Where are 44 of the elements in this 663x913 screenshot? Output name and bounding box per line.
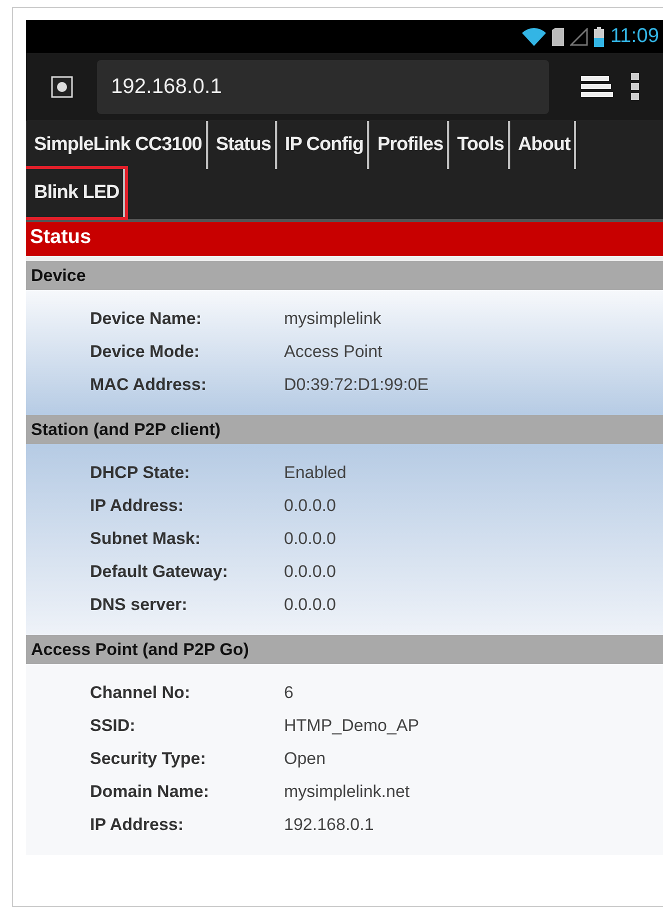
nav-link[interactable]: SimpleLink CC3100	[26, 121, 208, 169]
battery-icon	[594, 26, 604, 46]
field-value: 0.0.0.0	[284, 594, 336, 614]
field-value: mysimplelink	[284, 308, 382, 328]
field-value: Access Point	[284, 342, 382, 362]
field-value: 0.0.0.0	[284, 562, 336, 582]
field-label: Security Type:	[90, 748, 207, 768]
field-label: DHCP State:	[90, 462, 191, 482]
field-value: Enabled	[284, 462, 346, 482]
field-label: Channel No:	[90, 682, 192, 702]
field-value: 0.0.0.0	[284, 496, 336, 516]
nav-link[interactable]: Blink LED	[26, 169, 126, 217]
field-label: MAC Address:	[90, 374, 208, 394]
address-bar[interactable]: 192.168.0.1	[97, 60, 549, 114]
field-value: 0.0.0.0	[284, 528, 336, 548]
wifi-icon	[522, 28, 546, 46]
field-value: D0:39:72:D1:99:0E	[284, 374, 429, 394]
field-label: Default Gateway:	[90, 562, 229, 582]
field-value: mysimplelink.net	[284, 782, 410, 802]
overflow-menu-icon[interactable]	[631, 72, 639, 100]
sim-card-icon	[552, 28, 564, 46]
field-value: 192.168.0.1	[284, 814, 374, 834]
field-label: Domain Name:	[90, 782, 210, 802]
field-label: Subnet Mask:	[90, 528, 202, 548]
nav-link[interactable]: IP Config	[276, 121, 370, 169]
field-label: Device Name:	[90, 308, 203, 328]
field-label: SSID:	[90, 716, 136, 736]
page-title: Status	[26, 222, 663, 261]
clock-time: 11:09	[610, 25, 659, 48]
field-label: DNS server:	[90, 594, 188, 614]
field-label: IP Address:	[90, 814, 185, 834]
section-header: Device	[26, 261, 663, 290]
field-label: Device Mode:	[90, 342, 201, 362]
nav-link[interactable]: Profiles	[369, 121, 450, 169]
signal-icon	[570, 28, 588, 46]
field-value: 6	[284, 682, 294, 702]
nav-link[interactable]: Status	[208, 121, 277, 169]
field-value: Open	[284, 748, 326, 768]
nav-link[interactable]: Tools	[449, 121, 510, 169]
nav-link[interactable]: About	[510, 121, 576, 169]
section-header: Access Point (and P2P Go)	[26, 635, 663, 664]
section-header: Station (and P2P client)	[26, 415, 663, 444]
field-value: HTMP_Demo_AP	[284, 716, 420, 736]
field-label: IP Address:	[90, 496, 185, 516]
